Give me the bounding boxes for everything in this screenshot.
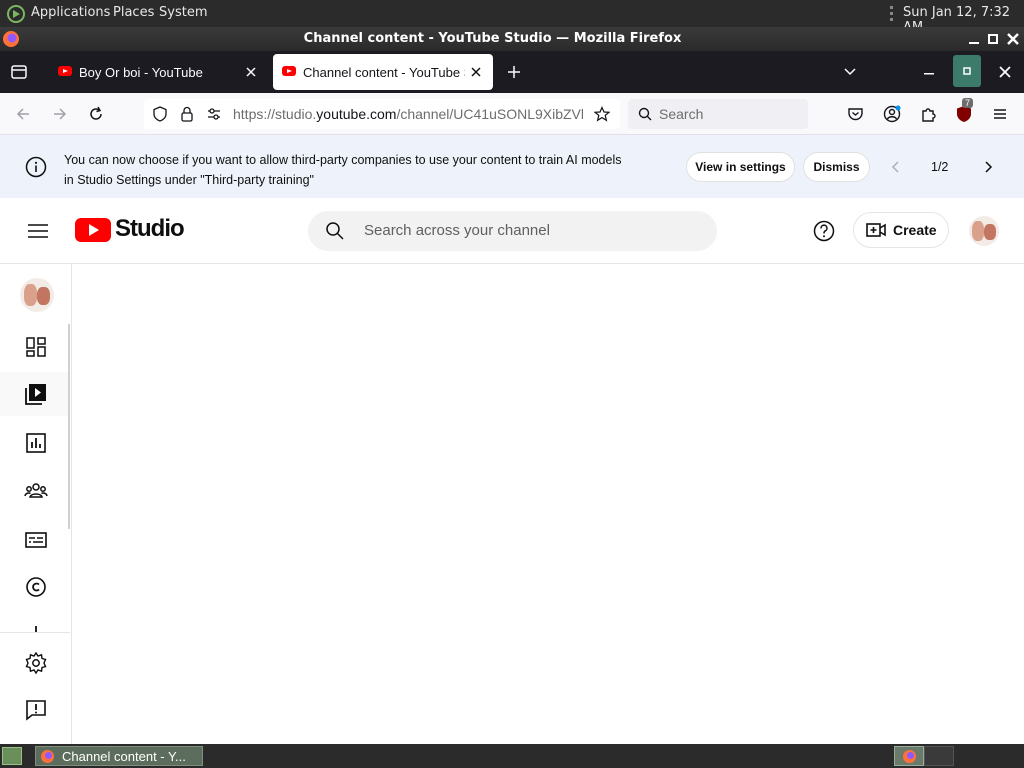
taskbar-item-label: Channel content - Y... (62, 749, 186, 764)
dismiss-button[interactable]: Dismiss (803, 152, 870, 182)
tab-close-window-icon[interactable] (998, 65, 1012, 79)
next-notice-chevron-icon[interactable] (981, 160, 995, 174)
tab-boy-or-boi[interactable]: Boy Or boi - YouTube (49, 54, 267, 90)
search-placeholder: Search (659, 106, 704, 122)
permissions-icon[interactable] (206, 106, 222, 122)
system-menu[interactable]: System (159, 5, 207, 20)
info-icon (25, 156, 47, 178)
create-label: Create (893, 222, 937, 238)
places-menu[interactable]: Places (113, 5, 154, 20)
ublock-origin-extension[interactable]: 7 (955, 98, 974, 123)
search-icon (638, 107, 652, 121)
analytics-icon[interactable] (24, 431, 48, 455)
show-desktop-icon[interactable] (2, 747, 22, 765)
tab-label: Channel content - YouTube Studio (303, 65, 465, 80)
subtitles-icon[interactable] (24, 528, 48, 552)
pocket-icon[interactable] (847, 106, 864, 122)
window-titlebar: Channel content - YouTube Studio — Mozil… (0, 27, 1024, 51)
reload-icon[interactable] (87, 105, 105, 123)
distro-logo-icon[interactable] (6, 4, 26, 24)
community-icon[interactable] (24, 479, 48, 503)
account-icon[interactable] (883, 105, 901, 123)
firefox-icon (41, 750, 54, 763)
sidebar-divider (0, 632, 70, 633)
tab-bar: Boy Or boi - YouTube Channel content - Y… (0, 51, 1024, 93)
create-button[interactable]: Create (853, 212, 949, 248)
youtube-logo-icon (75, 218, 111, 242)
workspace-firefox-icon (903, 750, 916, 763)
url-bar[interactable]: https://studio.youtube.com/channel/UC41u… (144, 99, 620, 129)
studio-logo[interactable]: Studio (75, 215, 185, 245)
extensions-puzzle-icon[interactable] (920, 105, 938, 123)
bookmark-star-icon[interactable] (594, 106, 610, 122)
list-all-tabs-icon[interactable] (842, 65, 858, 79)
sidebar-scrollbar[interactable] (68, 324, 70, 529)
url-path: /channel/UC41uSONL9XibZVkdVv (396, 106, 583, 122)
copyright-icon[interactable] (24, 575, 48, 599)
settings-gear-icon[interactable] (24, 651, 48, 675)
back-arrow-icon[interactable] (14, 105, 32, 123)
extension-badge: 7 (962, 98, 974, 108)
tracking-protection-shield-icon[interactable] (152, 106, 168, 122)
minimize-window-icon[interactable] (967, 32, 981, 46)
system-top-panel: Applications Places System Sun Jan 12, 7… (0, 0, 1024, 35)
channel-search-placeholder: Search across your channel (364, 222, 550, 239)
padlock-icon[interactable] (180, 106, 194, 122)
navigation-toolbar: https://studio.youtube.com/channel/UC41u… (0, 93, 1024, 135)
tab-channel-content[interactable]: Channel content - YouTube Studio (273, 54, 493, 90)
notice-pager: 1/2 (931, 160, 949, 174)
avatar-shape-right (37, 287, 50, 305)
tab-minimize-icon[interactable] (922, 65, 936, 79)
window-title: Channel content - YouTube Studio — Mozil… (303, 31, 682, 46)
notice-line-2: in Studio Settings under "Third-party tr… (64, 173, 314, 187)
avatar-shape-right (984, 224, 996, 240)
main-content-area (72, 264, 1024, 744)
panel-separator (890, 6, 893, 21)
channel-avatar[interactable] (20, 278, 54, 312)
workspace-switcher[interactable] (894, 746, 924, 766)
content-icon (25, 384, 46, 405)
studio-menu-icon[interactable] (26, 219, 50, 243)
browser-search-field[interactable]: Search (628, 99, 808, 129)
taskbar-firefox-window[interactable]: Channel content - Y... (35, 746, 203, 766)
close-tab-icon[interactable] (470, 66, 482, 78)
create-video-icon (866, 223, 886, 237)
view-in-settings-button[interactable]: View in settings (686, 152, 795, 182)
third-party-training-notice: You can now choose if you want to allow … (0, 135, 1024, 198)
studio-header: Studio Search across your channel Create (0, 198, 1024, 264)
hamburger-menu-icon[interactable] (991, 105, 1009, 123)
avatar-shape-left (24, 284, 37, 306)
applications-menu[interactable]: Applications (31, 5, 110, 20)
tab-label: Boy Or boi - YouTube (79, 65, 203, 80)
channel-search-input[interactable]: Search across your channel (308, 211, 717, 251)
new-tab-icon[interactable] (506, 64, 522, 80)
help-icon[interactable] (813, 220, 835, 242)
notice-message: You can now choose if you want to allow … (64, 150, 622, 190)
youtube-favicon-icon (282, 66, 296, 76)
search-icon (326, 222, 344, 240)
maximize-window-icon[interactable] (986, 32, 1000, 46)
dashboard-icon[interactable] (24, 335, 48, 359)
previous-notice-chevron-icon[interactable] (889, 160, 903, 174)
workspace-2[interactable] (924, 746, 954, 766)
firefox-view-icon[interactable] (10, 63, 28, 81)
studio-sidebar (0, 264, 72, 744)
youtube-favicon-icon (58, 66, 72, 76)
sidebar-item-content[interactable] (0, 372, 70, 416)
studio-logo-text: Studio (115, 215, 185, 242)
close-window-icon[interactable] (1005, 31, 1021, 47)
forward-arrow-icon[interactable] (51, 105, 69, 123)
url-domain: youtube.com (316, 106, 397, 122)
account-avatar[interactable] (969, 216, 999, 246)
notice-line-1: You can now choose if you want to allow … (64, 153, 622, 167)
send-feedback-icon[interactable] (24, 698, 48, 722)
close-tab-icon[interactable] (245, 66, 257, 78)
url-text: https://studio.youtube.com/channel/UC41u… (233, 106, 583, 122)
earn-icon-partial[interactable] (24, 624, 48, 632)
bottom-taskbar: Channel content - Y... (0, 744, 1024, 768)
url-prefix: https://studio. (233, 106, 317, 122)
restore-window-button[interactable] (953, 55, 981, 87)
avatar-shape-left (972, 221, 984, 241)
restore-icon (963, 67, 971, 75)
